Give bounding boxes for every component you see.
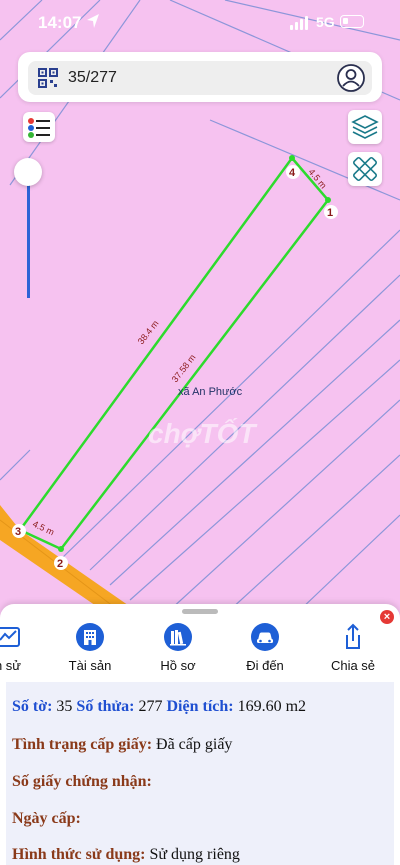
corner-label-4: 4 — [289, 167, 296, 179]
tab-history[interactable]: n sử — [0, 622, 43, 673]
tab-label-records: Hồ sơ — [160, 658, 196, 673]
so-to-value: 35 — [56, 698, 73, 715]
edge-label-right: 37.58 m — [170, 352, 198, 384]
corner-markers: 4 1 3 2 — [12, 165, 338, 570]
search-bar[interactable]: 35/277 — [18, 52, 382, 102]
parcel-details: Số tờ: 35 Số thửa: 277 Diện tích: 169.60… — [6, 682, 394, 865]
tinh-trang-label: Tình trạng cấp giấy: — [12, 736, 153, 753]
layers-icon — [351, 115, 379, 139]
parcel-info-sheet[interactable]: × n sử Tài sản Hồ sơ — [0, 604, 400, 865]
corner-label-2: 2 — [57, 558, 63, 570]
building-icon — [76, 623, 104, 651]
ngay-cap-label: Ngày cấp: — [12, 810, 81, 827]
hinh-thuc-line: Hình thức sử dụng: Sử dụng riêng — [12, 846, 240, 864]
so-thua-label: Số thửa: — [76, 698, 135, 715]
layers-button[interactable] — [348, 110, 382, 144]
tinh-trang-line: Tình trạng cấp giấy: Đã cấp giấy — [12, 736, 232, 754]
share-icon — [346, 623, 360, 649]
map-view[interactable]: 4.5 m 4.5 m 38.4 m 37.58 m 4 1 3 2 xã An… — [0, 0, 400, 610]
dien-tich-label: Diện tích: — [166, 698, 234, 715]
corner-label-3: 3 — [15, 526, 21, 538]
measure-button[interactable] — [348, 152, 382, 186]
status-bar: 14:07 5G — [0, 0, 400, 46]
ngay-cap-line: Ngày cấp: — [12, 810, 81, 828]
tab-label-history: n sử — [0, 658, 22, 673]
slider-knob[interactable] — [14, 158, 42, 186]
hinh-thuc-value: Sử dụng riêng — [149, 846, 240, 863]
signal-icon — [290, 16, 308, 30]
edge-label-bottom: 4.5 m — [31, 519, 56, 538]
parcel-vertices — [17, 155, 331, 552]
location-arrow-icon — [87, 14, 99, 28]
legend-button[interactable] — [23, 112, 55, 142]
ruler-cross-icon — [353, 157, 377, 181]
tab-label-directions: Đi đến — [246, 658, 284, 673]
tab-label-share: Chia sẻ — [330, 658, 376, 673]
history-chart-icon — [0, 627, 20, 647]
network-type: 5G — [316, 14, 335, 30]
tab-label-assets: Tài sản — [68, 658, 112, 673]
qr-code-icon[interactable] — [38, 68, 58, 88]
action-tabs: n sử Tài sản Hồ sơ — [0, 622, 400, 678]
car-icon — [251, 623, 279, 651]
battery-icon — [340, 15, 364, 28]
tab-records[interactable]: Hồ sơ — [143, 622, 213, 673]
watermark: chợTỐT — [148, 418, 256, 449]
corner-label-1: 1 — [327, 207, 333, 219]
so-giay-label: Số giấy chứng nhận: — [12, 773, 152, 790]
drag-handle[interactable] — [182, 609, 218, 614]
so-to-label: Số tờ: — [12, 698, 53, 715]
search-value[interactable]: 35/277 — [68, 69, 117, 87]
tinh-trang-value: Đã cấp giấy — [156, 736, 233, 753]
so-giay-line: Số giấy chứng nhận: — [12, 773, 152, 791]
so-thua-value: 277 — [138, 698, 163, 715]
hinh-thuc-label: Hình thức sử dụng: — [12, 846, 146, 863]
status-time: 14:07 — [38, 13, 82, 32]
tab-assets[interactable]: Tài sản — [55, 622, 125, 673]
opacity-slider[interactable] — [14, 158, 42, 300]
dien-tich-value: 169.60 m2 — [237, 698, 307, 715]
search-input[interactable]: 35/277 — [28, 61, 372, 95]
parcel-summary-line: Số tờ: 35 Số thửa: 277 Diện tích: 169.60… — [12, 698, 306, 716]
slider-track[interactable] — [27, 170, 30, 298]
user-avatar-icon[interactable] — [336, 63, 366, 93]
place-label: xã An Phước — [178, 386, 243, 398]
tab-directions[interactable]: Đi đến — [230, 622, 300, 673]
tab-share[interactable]: Chia sẻ — [318, 622, 388, 673]
books-icon — [164, 623, 192, 651]
